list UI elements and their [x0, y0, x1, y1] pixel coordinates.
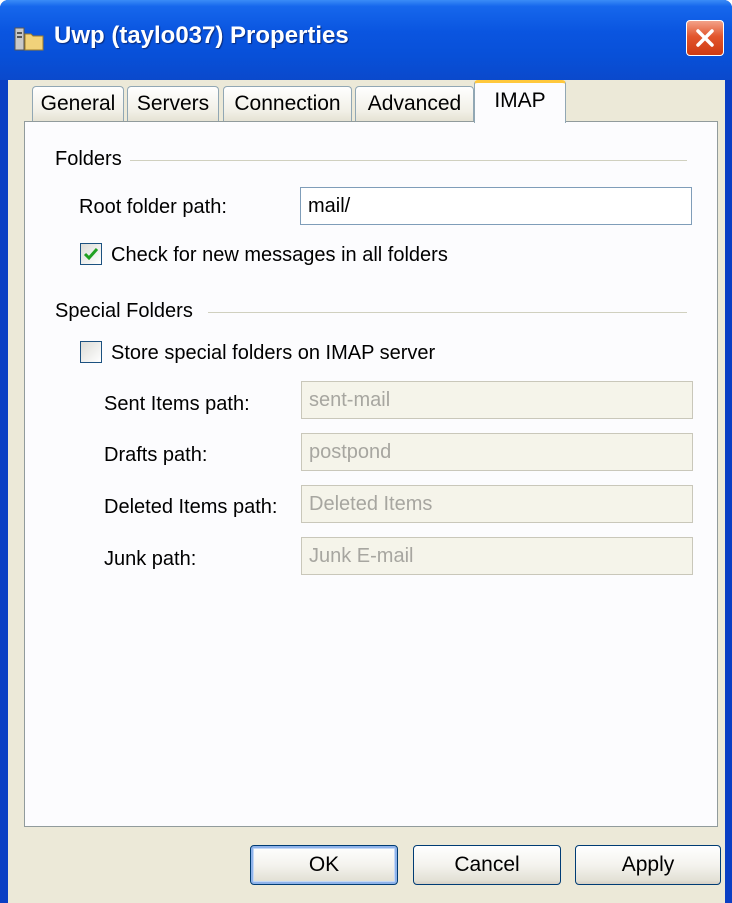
drafts-input[interactable] — [301, 433, 693, 471]
sent-items-label: Sent Items path: — [104, 393, 250, 415]
close-icon — [696, 29, 714, 47]
imap-tab-panel — [24, 121, 718, 827]
store-special-folders-label[interactable]: Store special folders on IMAP server — [111, 342, 435, 365]
tab-general[interactable]: General — [32, 86, 124, 122]
title-bar[interactable]: Uwp (taylo037) Properties — [0, 0, 732, 80]
tab-servers[interactable]: Servers — [127, 86, 219, 122]
close-button[interactable] — [686, 20, 724, 56]
root-folder-label: Root folder path: — [79, 196, 227, 218]
drafts-label: Drafts path: — [104, 444, 208, 466]
special-folders-group-label: Special Folders — [55, 300, 193, 322]
junk-input[interactable] — [301, 537, 693, 575]
tab-connection[interactable]: Connection — [223, 86, 352, 122]
check-new-messages-checkbox[interactable] — [80, 243, 102, 265]
apply-button[interactable]: Apply — [575, 845, 721, 885]
cancel-button[interactable]: Cancel — [413, 845, 561, 885]
special-folders-group-divider — [208, 312, 687, 313]
server-folder-icon — [14, 24, 44, 52]
folders-group-divider — [130, 160, 687, 161]
tab-imap[interactable]: IMAP — [474, 80, 566, 123]
properties-dialog: Uwp (taylo037) Properties General Server… — [0, 0, 732, 903]
sent-items-input[interactable] — [301, 381, 693, 419]
folders-group-label: Folders — [55, 148, 122, 170]
deleted-items-label: Deleted Items path: — [104, 496, 278, 518]
store-special-folders-checkbox[interactable] — [80, 341, 102, 363]
ok-button[interactable]: OK — [250, 845, 398, 885]
check-new-messages-label[interactable]: Check for new messages in all folders — [111, 244, 448, 267]
window-title: Uwp (taylo037) Properties — [54, 22, 349, 49]
root-folder-input[interactable] — [300, 187, 692, 225]
tab-advanced[interactable]: Advanced — [355, 86, 474, 122]
junk-label: Junk path: — [104, 548, 197, 570]
checkmark-icon — [83, 248, 99, 261]
deleted-items-input[interactable] — [301, 485, 693, 523]
